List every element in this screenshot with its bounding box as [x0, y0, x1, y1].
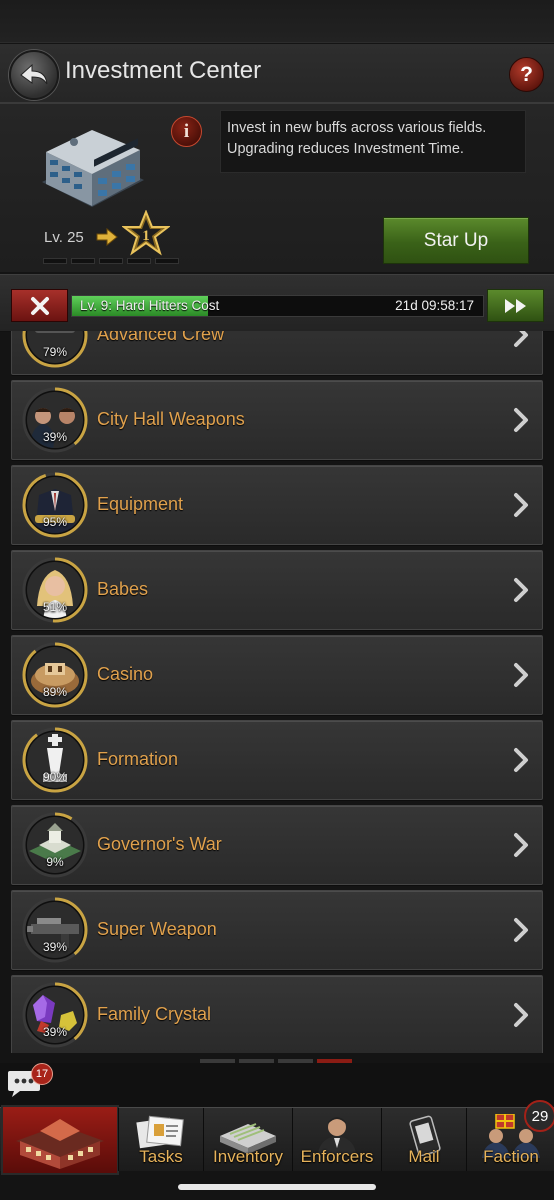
- nav-faction-label: Faction: [483, 1147, 539, 1166]
- chevron-right-icon: [514, 918, 528, 942]
- nav-tasks[interactable]: Tasks: [118, 1108, 203, 1171]
- category-row[interactable]: 89% Casino: [11, 635, 543, 715]
- page-title: Investment Center: [65, 57, 262, 84]
- chevron-right-icon: [514, 408, 528, 432]
- category-percent: 39%: [42, 940, 68, 954]
- category-avatar: 39%: [21, 386, 89, 454]
- fast-forward-icon: [504, 298, 526, 313]
- category-label: Family Crystal: [97, 1004, 212, 1024]
- faction-badge: 29: [524, 1100, 554, 1132]
- category-percent: 95%: [42, 515, 68, 529]
- category-label: Casino: [97, 664, 154, 684]
- nav-home-button[interactable]: [1, 1105, 119, 1175]
- category-row[interactable]: 95% Equipment: [11, 465, 543, 545]
- building-info-panel: Lv. 25 1 i Invest in new buffs across va…: [0, 104, 554, 272]
- building-level: Lv. 25: [44, 229, 84, 246]
- category-avatar: 79%: [21, 331, 89, 369]
- category-row[interactable]: 9% Governor's War: [11, 805, 543, 885]
- category-avatar: 39%: [21, 896, 89, 964]
- star-level-number: 1: [142, 228, 150, 244]
- nav-inventory-label: Inventory: [213, 1147, 283, 1166]
- back-arrow-icon: [20, 63, 48, 85]
- upgrade-arrow-icon: [96, 228, 118, 246]
- chevron-right-icon: [514, 663, 528, 687]
- category-row[interactable]: 51% Babes: [11, 550, 543, 630]
- nav-enforcers[interactable]: Enforcers: [292, 1108, 381, 1171]
- nav-enforcers-label: Enforcers: [300, 1147, 374, 1166]
- header-bar: Investment Center ?: [0, 44, 554, 104]
- category-percent: 51%: [42, 600, 68, 614]
- category-avatar: 39%: [21, 981, 89, 1049]
- back-button[interactable]: [9, 50, 59, 100]
- nav-inventory[interactable]: Inventory: [203, 1108, 292, 1171]
- research-label: Lv. 9: Hard Hitters Cost: [80, 298, 220, 313]
- speed-up-button[interactable]: [487, 289, 544, 322]
- category-row[interactable]: 39% Super Weapon: [11, 890, 543, 970]
- star-progress-dashes: [43, 258, 179, 264]
- category-percent: 89%: [42, 685, 68, 699]
- chat-strip: [0, 1063, 554, 1107]
- category-label: City Hall Weapons: [97, 409, 245, 429]
- category-percent: 79%: [42, 345, 68, 359]
- info-button[interactable]: i: [171, 116, 202, 147]
- category-percent: 39%: [42, 1025, 68, 1039]
- category-avatar: 90%: [21, 726, 89, 794]
- category-label: Super Weapon: [97, 919, 217, 939]
- chevron-right-icon: [514, 833, 528, 857]
- category-percent: 9%: [46, 855, 64, 869]
- star-level-icon: 1: [122, 210, 170, 256]
- category-label: Formation: [97, 749, 179, 769]
- category-avatar: 9%: [21, 811, 89, 879]
- tasks-icon: [136, 1115, 184, 1149]
- category-percent: 90%: [42, 770, 68, 784]
- category-row[interactable]: 79% Advanced Crew: [11, 331, 543, 375]
- nav-mail[interactable]: Mail: [381, 1108, 466, 1171]
- research-timer: 21d 09:58:17: [395, 298, 474, 313]
- category-row[interactable]: 39% City Hall Weapons: [11, 380, 543, 460]
- category-row[interactable]: 39% Family Crystal: [11, 975, 543, 1053]
- nav-tasks-label: Tasks: [139, 1147, 183, 1166]
- category-label: Governor's War: [97, 834, 222, 854]
- category-avatar: 89%: [21, 641, 89, 709]
- category-label: Equipment: [97, 494, 184, 514]
- research-progress-bar: Lv. 9: Hard Hitters Cost 21d 09:58:17: [71, 295, 484, 317]
- mansion-icon: [16, 1119, 104, 1169]
- category-percent: 39%: [42, 430, 68, 444]
- category-avatar: 95%: [21, 471, 89, 539]
- help-button[interactable]: ?: [509, 57, 544, 92]
- star-up-button[interactable]: Star Up: [383, 217, 529, 264]
- chevron-right-icon: [514, 331, 528, 347]
- chevron-right-icon: [514, 748, 528, 772]
- home-indicator[interactable]: [178, 1184, 376, 1190]
- category-avatar: 51%: [21, 556, 89, 624]
- chat-unread-badge: 17: [31, 1063, 53, 1085]
- nav-mail-label: Mail: [408, 1147, 440, 1166]
- close-icon: [30, 296, 49, 315]
- chevron-right-icon: [514, 1003, 528, 1027]
- investment-category-list[interactable]: 79% Advanced Crew 39% City Hall Weapons 95% E…: [0, 331, 554, 1053]
- bottom-navigation: Tasks Inventory Enforcers Mail Faction: [0, 1105, 554, 1175]
- research-queue-bar: Lv. 9: Hard Hitters Cost 21d 09:58:17: [0, 274, 554, 332]
- category-row[interactable]: 90% Formation: [11, 720, 543, 800]
- chevron-right-icon: [514, 493, 528, 517]
- investment-building-icon: [42, 130, 144, 207]
- chevron-right-icon: [514, 578, 528, 602]
- cancel-research-button[interactable]: [11, 289, 68, 322]
- category-label: Babes: [97, 579, 149, 599]
- category-label: Advanced Crew: [97, 331, 225, 344]
- building-description: Invest in new buffs across various field…: [220, 110, 526, 173]
- top-status-band: [0, 0, 554, 43]
